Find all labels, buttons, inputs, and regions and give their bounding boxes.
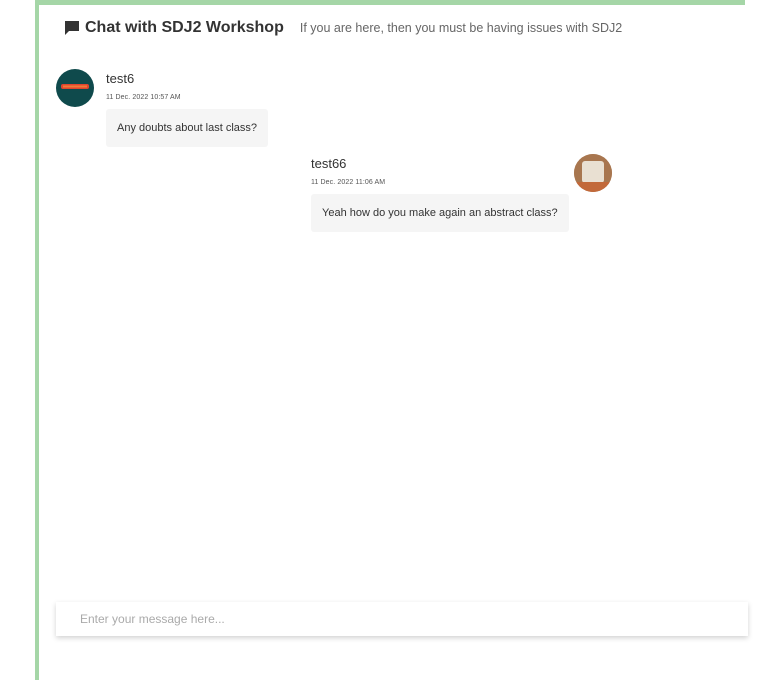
chat-panel: Chat with SDJ2 Workshop If you are here,… (35, 0, 748, 680)
message-bubble: Any doubts about last class? (106, 109, 269, 147)
message-timestamp: 11 Dec. 2022 10:57 AM (106, 94, 181, 101)
message-author: test6 (106, 71, 135, 86)
message-timestamp: 11 Dec. 2022 11:06 AM (311, 179, 386, 186)
page-subtitle: If you are here, then you must be having… (299, 21, 623, 35)
chat-header: Chat with SDJ2 Workshop If you are here,… (63, 19, 622, 37)
avatar (574, 154, 612, 192)
message-composer (56, 602, 748, 636)
message-author: test66 (311, 156, 347, 171)
chat-bubble-icon (63, 19, 81, 37)
message-bubble: Yeah how do you make again an abstract c… (311, 194, 569, 232)
avatar (56, 69, 94, 107)
message-input[interactable] (56, 602, 748, 636)
page-title: Chat with SDJ2 Workshop (85, 19, 284, 36)
